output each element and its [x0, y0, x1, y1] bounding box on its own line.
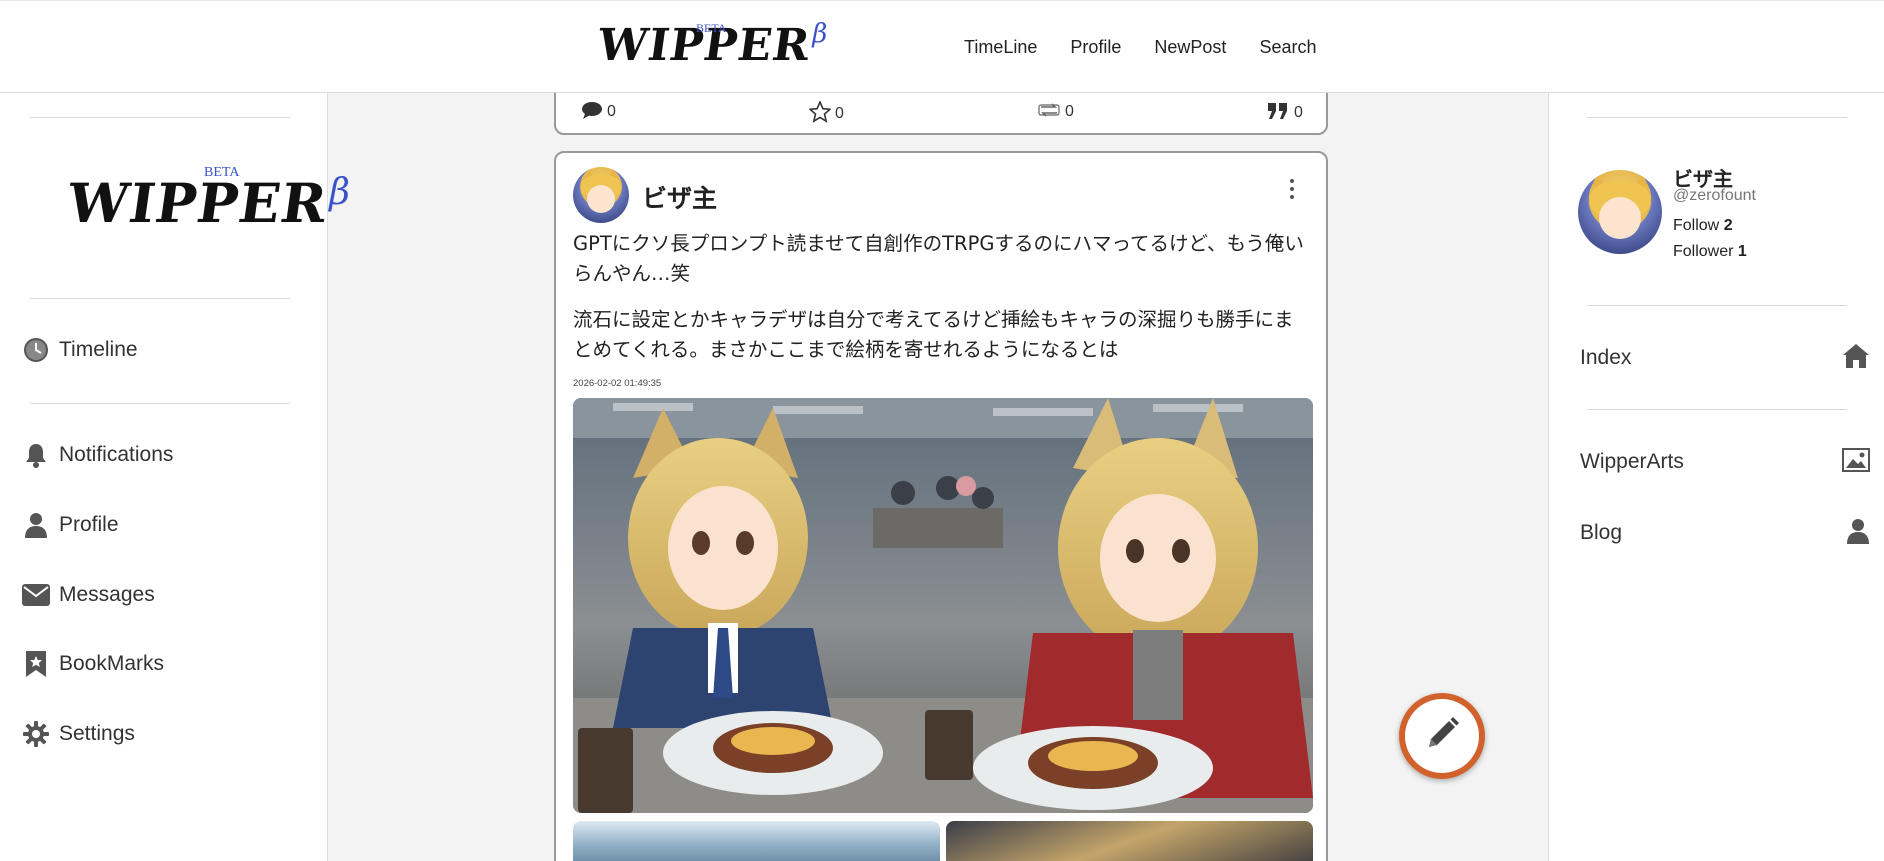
bell-icon	[22, 441, 50, 469]
fab-inner	[1405, 699, 1479, 773]
sidebar-item-notifications[interactable]: Notifications	[22, 441, 173, 469]
follower-count[interactable]: Follower 1	[1673, 243, 1747, 261]
link-label: WipperArts	[1580, 450, 1684, 473]
sidebar-item-label: Profile	[59, 513, 119, 536]
home-icon	[1842, 343, 1870, 373]
post-image-thumbnail[interactable]	[946, 821, 1313, 861]
top-navbar: WIPPER BETA β TimeLine Profile NewPost S…	[0, 0, 1884, 93]
repost-stat[interactable]: 0	[1037, 101, 1074, 123]
gear-icon	[22, 720, 50, 748]
quote-icon	[1266, 101, 1290, 125]
star-count: 0	[835, 105, 844, 122]
sidebar-item-label: BookMarks	[59, 652, 165, 675]
post-paragraph: GPTにクソ長プロンプト読ませて自創作のTRPGするのにハマってるけど、もう俺い…	[573, 232, 1304, 285]
quote-stat[interactable]: 0	[1266, 101, 1303, 125]
image-icon	[1842, 448, 1870, 476]
quote-count: 0	[1294, 104, 1303, 121]
sidebar-item-messages[interactable]: Messages	[22, 581, 155, 609]
logo-beta: BETA	[696, 21, 727, 35]
link-blog[interactable]: Blog	[1580, 518, 1870, 548]
comment-count: 0	[607, 103, 616, 120]
repost-count: 0	[1065, 103, 1074, 120]
star-stat[interactable]: 0	[808, 99, 844, 127]
star-icon	[808, 99, 832, 127]
divider	[30, 298, 290, 299]
sidebar-item-label: Settings	[59, 722, 135, 745]
post-timestamp: 2026-02-02 01:49:35	[573, 378, 662, 389]
divider	[30, 117, 290, 118]
clock-icon	[22, 336, 50, 364]
post-paragraph: 流石に設定とかキャラデザは自分で考えてるけど挿絵もキャラの深掘りも勝手にまとめて…	[573, 308, 1294, 361]
link-label: Blog	[1580, 521, 1623, 544]
post-body: GPTにクソ長プロンプト読ませて自創作のTRPGするのにハマってるけど、もう俺い…	[573, 229, 1313, 381]
timeline-feed: 0 0 0 0 ビザ主 GPTにクソ長プロンプト読ませて自創作のTRPGするのに…	[554, 73, 1328, 861]
topnav-newpost[interactable]: NewPost	[1154, 37, 1226, 58]
follower-number: 1	[1737, 243, 1747, 260]
sidebar-logo[interactable]: WIPPER BETA β	[64, 165, 350, 235]
divider	[1587, 409, 1847, 410]
follower-label: Follower	[1673, 243, 1734, 260]
left-sidebar: WIPPER BETA β Timeline Notifications Pro…	[0, 93, 350, 861]
topnav-profile[interactable]: Profile	[1070, 37, 1121, 58]
repost-icon	[1037, 101, 1061, 123]
post-card: ビザ主 GPTにクソ長プロンプト読ませて自創作のTRPGするのにハマってるけど、…	[554, 151, 1328, 861]
sidebar-item-bookmarks[interactable]: BookMarks	[22, 650, 164, 678]
logo-beta: BETA	[204, 165, 240, 180]
follow-number: 2	[1723, 217, 1733, 234]
sidebar-item-timeline[interactable]: Timeline	[22, 336, 138, 364]
sidebar-item-label: Timeline	[59, 338, 138, 361]
bookmark-icon	[22, 650, 50, 678]
logo-wordmark: WIPPER	[63, 171, 332, 235]
follow-count[interactable]: Follow 2	[1673, 217, 1733, 235]
divider	[1587, 117, 1847, 118]
person-icon	[22, 511, 50, 539]
comment-stat[interactable]: 0	[581, 101, 616, 123]
sidebar-item-label: Messages	[59, 583, 155, 606]
divider	[1587, 305, 1847, 306]
divider	[30, 403, 290, 404]
avatar[interactable]	[1578, 170, 1662, 254]
follow-label: Follow	[1673, 217, 1720, 234]
post-image-thumbnail[interactable]	[573, 821, 940, 861]
sidebar-item-profile[interactable]: Profile	[22, 511, 119, 539]
post-author-name[interactable]: ビザ主	[642, 179, 717, 215]
person-icon	[1846, 518, 1870, 548]
logo-greek: β	[812, 19, 828, 49]
link-wipperarts[interactable]: WipperArts	[1580, 448, 1870, 476]
profile-handle: @zerofount	[1673, 187, 1756, 204]
new-post-button[interactable]	[1399, 693, 1485, 779]
link-label: Index	[1580, 346, 1632, 369]
top-nav: TimeLine Profile NewPost Search	[964, 37, 1349, 58]
right-sidebar: ビザ主 @zerofount Follow 2 Follower 1 Index…	[1548, 93, 1884, 861]
more-options-icon[interactable]	[1290, 179, 1296, 199]
link-index[interactable]: Index	[1580, 343, 1870, 373]
avatar[interactable]	[573, 167, 629, 223]
top-logo[interactable]: WIPPER BETA β	[594, 19, 828, 71]
logo-greek: β	[329, 172, 350, 213]
comment-icon	[581, 101, 603, 123]
topnav-timeline[interactable]: TimeLine	[964, 37, 1037, 58]
sidebar-item-label: Notifications	[59, 443, 174, 466]
topnav-search[interactable]: Search	[1259, 37, 1316, 58]
pencil-icon	[1421, 713, 1463, 759]
post-image[interactable]	[573, 398, 1313, 813]
sidebar-item-settings[interactable]: Settings	[22, 720, 135, 748]
envelope-icon	[22, 581, 50, 609]
